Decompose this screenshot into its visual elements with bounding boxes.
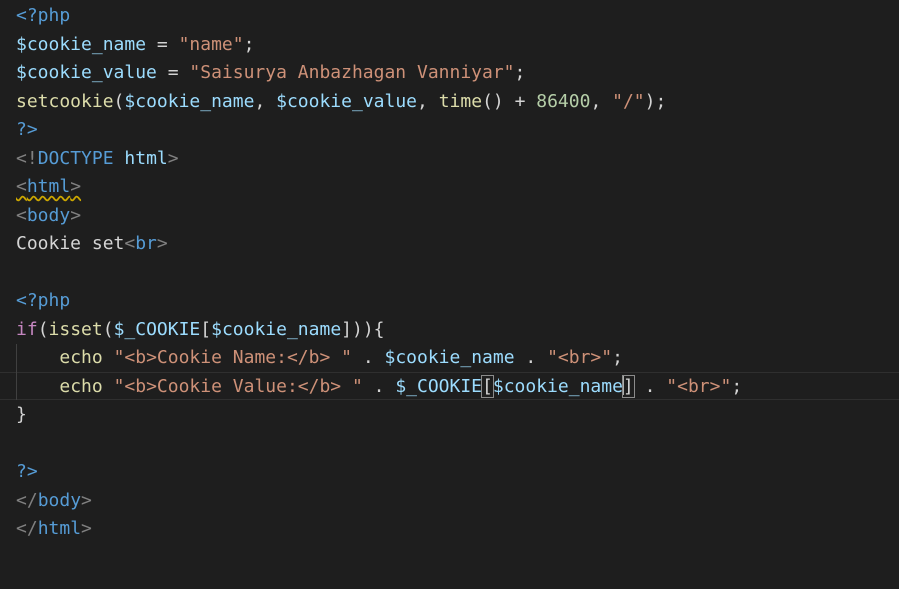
code-token: ( bbox=[37, 318, 49, 340]
code-token: <?php bbox=[16, 5, 71, 26]
code-token: ])){ bbox=[341, 318, 385, 340]
code-line[interactable]: <?php bbox=[16, 287, 70, 315]
code-token: </ bbox=[16, 518, 38, 539]
code-line[interactable]: echo "<b>Cookie Value:</b> " . $_COOKIE[… bbox=[16, 373, 742, 401]
code-token: () + bbox=[482, 90, 537, 112]
code-token: echo bbox=[59, 347, 103, 368]
code-token: $cookie_name bbox=[124, 90, 255, 112]
code-token: ] bbox=[621, 374, 635, 398]
code-token: > bbox=[70, 176, 82, 197]
code-line[interactable]: <body> bbox=[16, 202, 81, 230]
code-token: setcookie bbox=[16, 90, 114, 112]
code-token: time bbox=[438, 90, 483, 112]
code-token: $cookie_name bbox=[211, 318, 342, 340]
code-token: . bbox=[633, 375, 667, 397]
code-line[interactable]: </html> bbox=[16, 515, 92, 543]
code-token: "/" bbox=[612, 90, 645, 112]
code-token: $_COOKIE bbox=[395, 375, 483, 397]
code-token: ?> bbox=[16, 119, 38, 140]
code-token: [ bbox=[481, 374, 494, 398]
code-token: ; bbox=[243, 33, 255, 55]
code-token: ; bbox=[514, 62, 526, 83]
code-token: if bbox=[16, 318, 38, 340]
code-token: < bbox=[124, 233, 136, 254]
code-token: "<br>" bbox=[547, 347, 613, 368]
code-line[interactable]: if(isset($_COOKIE[$cookie_name])){ bbox=[16, 316, 385, 344]
code-token: isset bbox=[48, 318, 103, 340]
code-line[interactable]: <?php bbox=[16, 2, 70, 30]
code-token: body bbox=[37, 489, 82, 511]
code-token: , bbox=[417, 90, 439, 112]
code-token: ; bbox=[612, 347, 623, 368]
code-token: </ bbox=[16, 489, 38, 511]
code-token: html bbox=[37, 518, 82, 539]
code-token: > bbox=[70, 204, 82, 226]
code-token: $cookie_value bbox=[16, 62, 157, 83]
code-token: ( bbox=[113, 90, 125, 112]
code-token: ); bbox=[644, 90, 667, 112]
code-line[interactable]: setcookie($cookie_name, $cookie_value, t… bbox=[16, 88, 666, 116]
code-token: . bbox=[514, 347, 548, 368]
code-token: < bbox=[16, 204, 27, 226]
code-token: 86400 bbox=[536, 90, 591, 112]
code-token: body bbox=[26, 204, 71, 226]
code-token: > bbox=[167, 147, 179, 169]
code-token: $cookie_name bbox=[16, 33, 147, 55]
code-token: . bbox=[362, 375, 396, 397]
code-token: , bbox=[254, 90, 277, 112]
code-token: "name" bbox=[178, 33, 244, 55]
code-line[interactable]: echo "<b>Cookie Name:</b> " . $cookie_na… bbox=[16, 344, 623, 372]
code-token: Cookie set bbox=[16, 233, 125, 254]
code-token: < bbox=[16, 176, 27, 197]
code-token: = bbox=[146, 33, 179, 55]
code-token: ?> bbox=[16, 461, 38, 482]
code-token: <?php bbox=[16, 290, 71, 311]
code-line[interactable]: Cookie set<br> bbox=[16, 230, 168, 258]
code-token: $cookie_name bbox=[384, 347, 515, 368]
code-token: html bbox=[124, 147, 168, 169]
code-token: ; bbox=[731, 375, 743, 397]
code-token: > bbox=[81, 489, 92, 511]
code-line[interactable]: ?> bbox=[16, 458, 38, 486]
code-token: $_COOKIE bbox=[113, 318, 201, 340]
code-line[interactable]: ?> bbox=[16, 116, 38, 144]
code-token: "Saisurya Anbazhagan Vanniyar" bbox=[189, 62, 515, 83]
code-token: , bbox=[590, 90, 613, 112]
code-token: ( bbox=[102, 318, 114, 340]
code-token: html bbox=[26, 176, 71, 197]
code-token: "<br>" bbox=[666, 375, 732, 397]
code-line[interactable]: } bbox=[16, 401, 27, 429]
code-line[interactable]: $cookie_name = "name"; bbox=[16, 31, 254, 59]
code-token: $cookie_name bbox=[492, 375, 623, 397]
code-token: } bbox=[16, 404, 27, 425]
code-token: > bbox=[156, 233, 168, 254]
code-token: echo bbox=[59, 375, 103, 397]
code-token: . bbox=[351, 347, 385, 368]
code-token: $cookie_value bbox=[276, 90, 418, 112]
code-editor[interactable]: <?php $cookie_name = "name"; $cookie_value… bbox=[0, 0, 899, 589]
code-token: br bbox=[135, 233, 157, 254]
code-line[interactable]: <!DOCTYPE html> bbox=[16, 145, 179, 173]
code-line[interactable]: $cookie_value = "Saisurya Anbazhagan Van… bbox=[16, 59, 525, 87]
code-token: DOCTYPE bbox=[37, 147, 114, 169]
code-token: = bbox=[156, 62, 190, 83]
code-token: [ bbox=[200, 318, 212, 340]
code-token: > bbox=[81, 518, 92, 539]
code-token: "<b>Cookie Name:</b> " bbox=[113, 347, 352, 368]
code-line[interactable]: </body> bbox=[16, 487, 92, 515]
code-token: <! bbox=[16, 147, 38, 169]
code-line[interactable]: <html> bbox=[16, 173, 81, 201]
code-token: "<b>Cookie Value:</b> " bbox=[113, 375, 363, 397]
